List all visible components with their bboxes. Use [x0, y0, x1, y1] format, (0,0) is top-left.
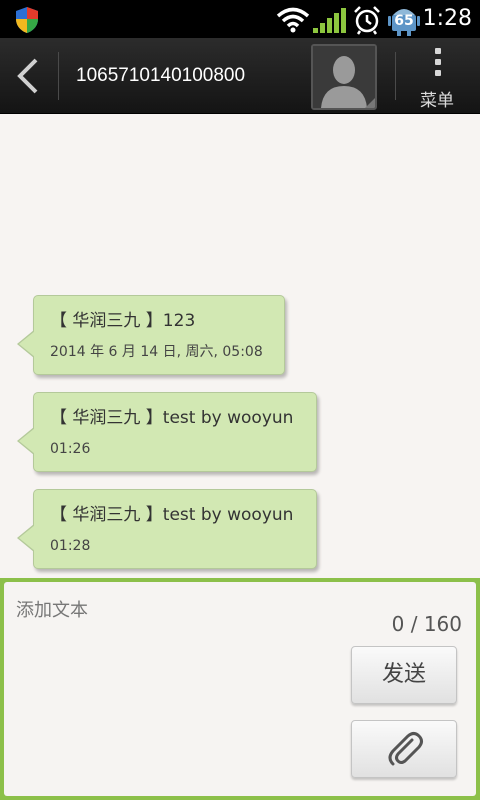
- send-button[interactable]: 发送: [351, 646, 457, 704]
- compose-panel: 0 / 160 发送: [0, 578, 480, 800]
- status-bar: 65 1:28: [0, 0, 480, 38]
- signal-icon: [313, 8, 346, 33]
- message-text: 【 华润三九 】test by wooyun: [50, 505, 294, 525]
- conversation-header: 1065710140100800 菜单: [0, 38, 480, 114]
- back-button[interactable]: [0, 38, 56, 114]
- message-time: 01:28: [50, 538, 91, 554]
- person-silhouette-icon: [313, 46, 375, 108]
- divider: [58, 52, 59, 100]
- message-text: 【 华润三九 】123: [50, 311, 196, 331]
- message-bubble[interactable]: 【 华润三九 】123 2014 年 6 月 14 日, 周六, 05:08: [17, 295, 285, 375]
- menu-label: 菜单: [420, 91, 454, 111]
- message-input[interactable]: [4, 582, 344, 796]
- attach-button[interactable]: [351, 720, 457, 778]
- android-battery-icon: 65: [388, 3, 420, 37]
- shield-icon: [16, 7, 38, 33]
- contact-avatar[interactable]: [311, 44, 377, 110]
- menu-button[interactable]: 菜单: [404, 38, 480, 114]
- character-counter: 0 / 160: [391, 612, 462, 636]
- contact-number: 1065710140100800: [76, 65, 246, 86]
- status-time: 1:28: [422, 6, 472, 31]
- message-time: 01:26: [50, 441, 91, 457]
- wifi-icon: [276, 7, 310, 33]
- alarm-icon: [354, 6, 380, 35]
- back-arrow-icon: [17, 58, 38, 94]
- divider: [395, 52, 396, 100]
- message-bubble[interactable]: 【 华润三九 】test by wooyun 01:28: [17, 489, 317, 569]
- paperclip-icon: [388, 732, 423, 766]
- menu-dots-icon: [433, 48, 443, 81]
- battery-level: 65: [394, 13, 414, 29]
- compose-box: 0 / 160 发送: [4, 582, 476, 796]
- message-text: 【 华润三九 】test by wooyun: [50, 408, 294, 428]
- message-bubble[interactable]: 【 华润三九 】test by wooyun 01:26: [17, 392, 317, 472]
- message-time: 2014 年 6 月 14 日, 周六, 05:08: [50, 344, 263, 360]
